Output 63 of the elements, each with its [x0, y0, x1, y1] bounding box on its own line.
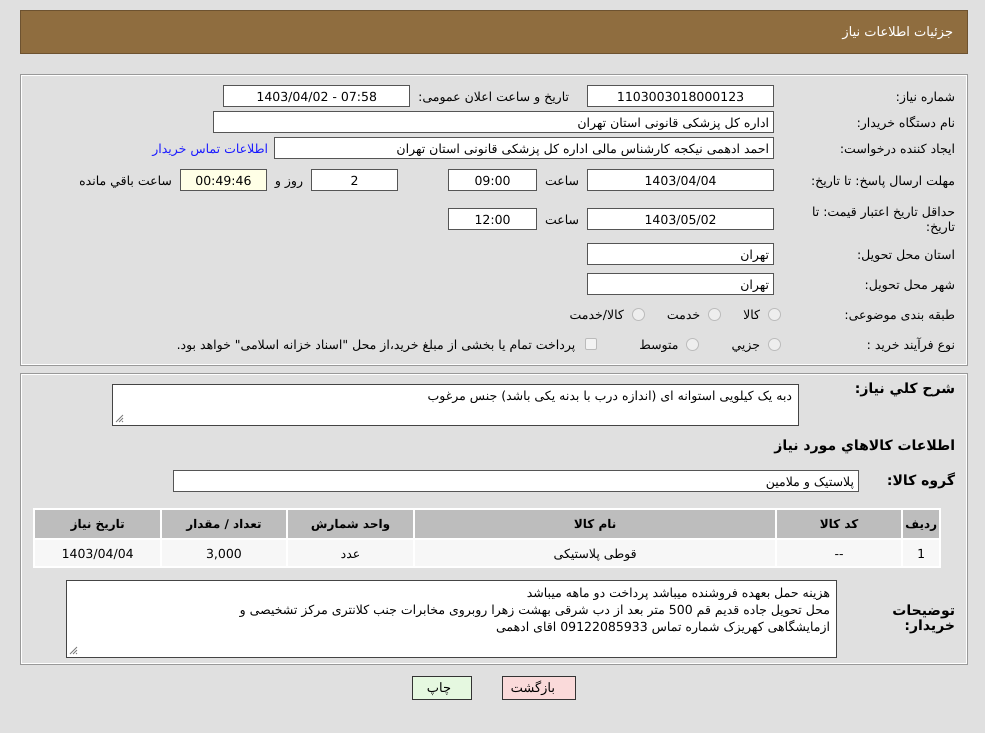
description-text: دبه یک کیلویی استوانه ای (اندازه درب با بدنه یکی باشد) جنس مرغوب	[427, 388, 792, 403]
table-cell: 1	[902, 539, 940, 567]
radio-button[interactable]	[708, 308, 722, 320]
column-header: رديف	[902, 509, 940, 539]
field-label: نام دستگاه خریدار:	[856, 114, 956, 130]
need-number-field: 1103003018000123	[587, 85, 774, 107]
field-label: ایجاد کننده درخواست:	[838, 140, 956, 156]
field-label: تاریخ و ساعت اعلان عمومی:	[417, 88, 570, 104]
print-button[interactable]: چاپ	[412, 676, 472, 700]
field-label: شرح کلي نياز:	[854, 382, 956, 397]
column-header: نام کالا	[414, 509, 776, 539]
radio-button[interactable]	[686, 338, 700, 350]
field-label: استان محل تحویل:	[856, 246, 956, 262]
field-label: شهر محل تحویل:	[864, 276, 956, 292]
field-label: اطلاعات کالاهاي مورد نياز	[774, 438, 956, 454]
page-title: جزئیات اطلاعات نیاز	[842, 24, 953, 40]
table-cell: --	[776, 539, 902, 567]
table-cell: 3,000	[161, 539, 287, 567]
radio-label: خدمت	[666, 306, 700, 322]
column-header: واحد شمارش	[286, 509, 414, 539]
table-cell: قوطی پلاستیکی	[414, 539, 776, 567]
validity-time-field: 12:00	[448, 208, 537, 230]
deadline-date-field: 1403/04/04	[587, 169, 774, 191]
province-field: تهران	[587, 243, 774, 265]
radio-label: کالا/خدمت	[569, 306, 624, 322]
radio-button[interactable]	[768, 338, 781, 350]
remaining-time-field: 00:49:46	[180, 169, 267, 191]
field-label: مهلت ارسال پاسخ: تا تاریخ:	[810, 172, 956, 188]
field-label: ساعت	[544, 172, 580, 188]
buyer-contact-link[interactable]: اطلاعات تماس خریدار	[152, 140, 274, 156]
days-field: 2	[310, 169, 398, 191]
field-label: نوع فرآیند خرید :	[866, 336, 956, 352]
city-field: تهران	[587, 273, 774, 295]
checkbox-label: پرداخت تمام یا بخشی از مبلغ خرید،از محل "اسناد خزانه اسلامی" خواهد بود.	[176, 336, 576, 352]
field-label: روز و	[273, 172, 304, 188]
announce-date-field: 1403/04/02 - 07:58	[223, 85, 410, 107]
buyer-notes-text: هزینه حمل بعهده فروشنده میباشد پرداخت دو ماهه میباشد محل تحویل جاده قدیم قم 500 متر بعد از دب شرقی بهشت زهرا روبروی مخابرات جنب کلانتری مرکز تشخیصی و ازمایشگاهی کهریزک شماره تماس 09122085933 اقای ادهمی	[238, 584, 830, 635]
radio-button[interactable]	[768, 308, 781, 320]
radio-button[interactable]	[632, 308, 645, 320]
table-cell: عدد	[286, 539, 414, 567]
field-label: حداقل تاریخ اعتبار قیمت: تا تاریخ:	[810, 204, 956, 234]
field-label: شماره نیاز:	[894, 88, 956, 104]
table-cell: 1403/04/04	[34, 539, 162, 567]
field-label: گروه کالا:	[886, 474, 956, 488]
resize-grip-icon[interactable]	[69, 646, 78, 655]
column-header: تاریخ نیاز	[34, 509, 162, 539]
checkbox[interactable]	[585, 338, 598, 350]
goods-group-field: پلاستیک و ملامین	[173, 470, 859, 492]
radio-label: متوسط	[639, 336, 678, 352]
buyer-field: اداره کل پزشکی قانونی استان تهران	[213, 111, 774, 133]
radio-label: کالا	[743, 306, 760, 322]
resize-grip-icon[interactable]	[115, 414, 124, 423]
field-label: طبقه بندی موضوعی:	[843, 306, 956, 322]
column-header: کد کالا	[776, 509, 902, 539]
validity-date-field: 1403/05/02	[587, 208, 774, 230]
back-button[interactable]: بازگشت	[502, 676, 576, 700]
field-label: توضیحات خریدار:	[891, 604, 956, 634]
column-header: تعداد / مقدار	[161, 509, 287, 539]
radio-label: جزيي	[731, 336, 760, 352]
deadline-time-field: 09:00	[448, 169, 537, 191]
field-label: ساعت باقي مانده	[78, 172, 173, 188]
field-label: ساعت	[544, 212, 580, 226]
creator-field: احمد ادهمی نیکجه کارشناس مالی اداره کل پزشکی قانونی استان تهران	[274, 137, 774, 159]
